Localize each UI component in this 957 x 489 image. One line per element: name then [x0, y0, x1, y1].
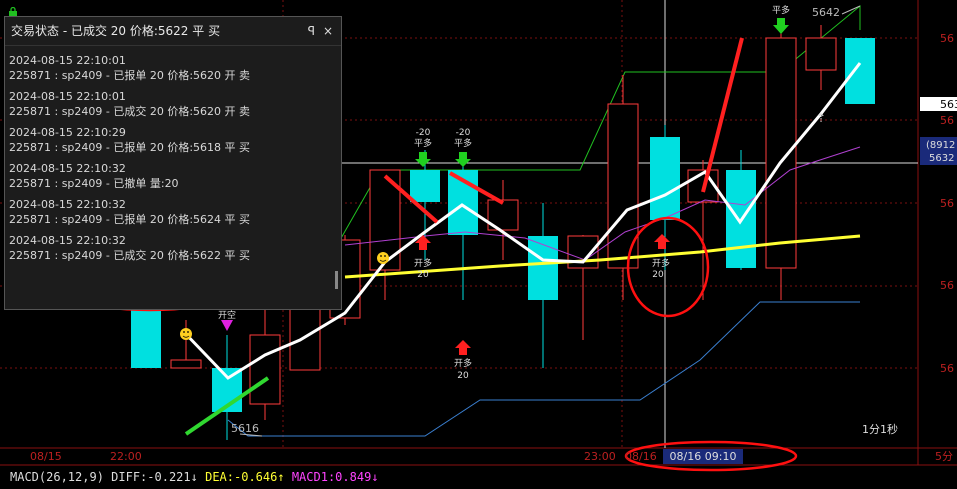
svg-text:开多: 开多	[454, 357, 472, 369]
trend-stroke-red-3	[701, 37, 744, 193]
smiley-icon	[377, 252, 389, 264]
svg-text:平多: 平多	[772, 4, 790, 16]
dea-arrow-icon: ↑	[277, 470, 285, 484]
time-axis: 08/15 22:00 23:00 08/16 5分	[30, 450, 953, 463]
svg-text:56: 56	[940, 197, 954, 210]
log-entry: 2024-08-15 22:10:01 225871 : sp2409 - 已成…	[9, 89, 329, 125]
candle-up	[289, 299, 321, 371]
svg-text:开空: 开空	[218, 309, 236, 321]
pin-icon[interactable]: ꟼ	[308, 17, 315, 45]
svg-text:-20: -20	[456, 128, 471, 138]
candle-up	[805, 25, 837, 90]
macd-diff: DIFF:-0.221	[111, 470, 191, 484]
price-axis: 56 56 56 56 56	[940, 32, 954, 375]
lock-icon[interactable]	[8, 2, 18, 17]
log-time: 2024-08-15 22:10:32	[9, 198, 126, 211]
log-entry: 2024-08-15 22:10:29 225871 : sp2409 - 已报…	[9, 125, 329, 161]
svg-text:开多: 开多	[652, 257, 670, 269]
svg-text:23:00: 23:00	[584, 450, 616, 463]
svg-text:08/16: 08/16	[625, 450, 657, 463]
marker-close-long-top: 平多	[772, 4, 790, 34]
log-text: 225871 : sp2409 - 已成交 20 价格:5622 平 买	[9, 249, 251, 262]
panel-title: 交易状态 - 已成交 20 价格:5622 平 买	[11, 24, 221, 38]
log-time: 2024-08-15 22:10:32	[9, 162, 126, 175]
marker-open-long-2: 开多 20	[454, 340, 472, 381]
marker-close-long-2: -20 平多	[454, 128, 472, 167]
log-time: 2024-08-15 22:10:01	[9, 54, 126, 67]
marker-open-short: 开空	[218, 309, 236, 331]
svg-text:-20: -20	[416, 128, 431, 138]
high-price-label: 5642	[812, 6, 840, 19]
marker-close-long-1: -20 平多	[414, 128, 432, 167]
svg-text:56: 56	[940, 279, 954, 292]
marker-open-long-1: 开多 20	[414, 235, 432, 280]
log-text: 225871 : sp2409 - 已报单 20 价格:5618 平 买	[9, 141, 251, 154]
svg-text:平多: 平多	[414, 137, 432, 149]
scrollbar-thumb[interactable]	[335, 271, 338, 289]
smiley-icon	[180, 328, 192, 340]
candle-up	[249, 310, 281, 420]
log-entry: 2024-08-15 22:10:32 225871 : sp2409 - 已撤…	[9, 161, 329, 197]
macd-dea: DEA:-0.646	[205, 470, 278, 484]
close-icon[interactable]: ×	[323, 17, 333, 45]
svg-text:20: 20	[652, 270, 664, 280]
period-label: 1分1秒	[862, 422, 898, 436]
svg-text:开多: 开多	[414, 257, 432, 269]
candle-down	[845, 38, 875, 104]
svg-text:(8912: (8912	[926, 140, 955, 151]
log-entry: 2024-08-15 22:10:32 225871 : sp2409 - 已成…	[9, 233, 329, 269]
macd-name: MACD(26,12,9)	[10, 470, 104, 484]
svg-text:平多: 平多	[454, 137, 472, 149]
candle-up	[369, 169, 401, 300]
svg-text:56: 56	[940, 32, 954, 45]
last-price-text: 563	[940, 98, 957, 111]
candle-up	[687, 160, 719, 300]
candle-up	[607, 75, 639, 300]
log-text: 225871 : sp2409 - 已报单 20 价格:5624 平 买	[9, 213, 251, 226]
svg-text:22:00: 22:00	[110, 450, 142, 463]
svg-text:20: 20	[417, 270, 429, 280]
log-time: 2024-08-15 22:10:29	[9, 126, 126, 139]
crosshair-time-text: 08/16 09:10	[670, 450, 737, 463]
up-arrow-icon: ⇡	[816, 111, 826, 125]
log-text: 225871 : sp2409 - 已成交 20 价格:5620 开 卖	[9, 105, 251, 118]
panel-scrollbar[interactable]	[332, 47, 338, 309]
trade-log: 2024-08-15 22:10:01 225871 : sp2409 - 已报…	[9, 53, 329, 269]
low-price-label: 5616	[231, 422, 259, 435]
svg-text:56: 56	[940, 362, 954, 375]
candle-down	[528, 203, 558, 368]
candle-up	[487, 180, 519, 260]
macd-indicator-bar: MACD(26,12,9) DIFF:-0.221↓ DEA:-0.646↑ M…	[0, 465, 957, 489]
svg-text:20: 20	[457, 371, 469, 381]
log-time: 2024-08-15 22:10:32	[9, 234, 126, 247]
macd1-arrow-icon: ↓	[371, 470, 379, 484]
log-text: 225871 : sp2409 - 已撤单 量:20	[9, 177, 179, 190]
svg-text:5分: 5分	[935, 450, 953, 463]
trade-status-panel[interactable]: 交易状态 - 已成交 20 价格:5622 平 买 ꟼ × 2024-08-15…	[4, 16, 342, 310]
svg-text:56: 56	[940, 114, 954, 127]
log-entry: 2024-08-15 22:10:32 225871 : sp2409 - 已报…	[9, 197, 329, 233]
log-time: 2024-08-15 22:10:01	[9, 90, 126, 103]
panel-title-bar[interactable]: 交易状态 - 已成交 20 价格:5622 平 买 ꟼ ×	[5, 17, 341, 46]
diff-arrow-icon: ↓	[190, 470, 198, 484]
svg-text:5632: 5632	[929, 153, 954, 164]
lower-channel-line	[227, 301, 860, 437]
log-text: 225871 : sp2409 - 已报单 20 价格:5620 开 卖	[9, 69, 251, 82]
macd-macd1: MACD1:0.849	[291, 470, 372, 484]
log-entry: 2024-08-15 22:10:01 225871 : sp2409 - 已报…	[9, 53, 329, 89]
svg-text:08/15: 08/15	[30, 450, 62, 463]
